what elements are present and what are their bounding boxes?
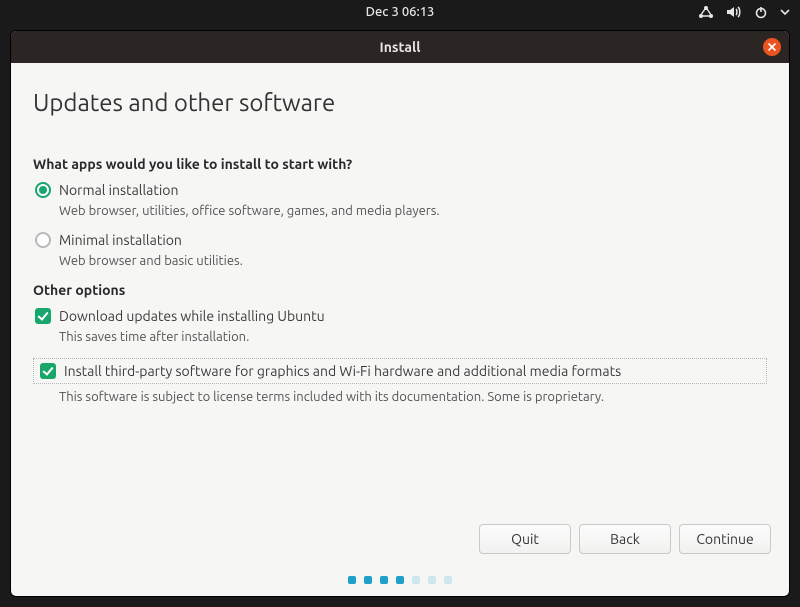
power-icon[interactable] bbox=[754, 5, 768, 19]
system-tray[interactable] bbox=[698, 0, 790, 24]
thirdparty-desc: This software is subject to license term… bbox=[59, 390, 767, 404]
checkbox-label: Download updates while installing Ubuntu bbox=[59, 308, 325, 324]
radio-normal-installation[interactable]: Normal installation bbox=[35, 182, 767, 198]
download-updates-desc: This saves time after installation. bbox=[59, 330, 767, 344]
normal-installation-desc: Web browser, utilities, office software,… bbox=[59, 204, 767, 218]
radio-icon bbox=[35, 182, 51, 198]
radio-icon bbox=[35, 232, 51, 248]
other-options-label: Other options bbox=[33, 282, 767, 298]
quit-button[interactable]: Quit bbox=[479, 524, 571, 554]
page-title: Updates and other software bbox=[33, 89, 767, 116]
progress-dot bbox=[428, 576, 436, 584]
clock[interactable]: Dec 3 06:13 bbox=[366, 5, 435, 19]
checkbox-thirdparty[interactable]: Install third-party software for graphic… bbox=[33, 358, 767, 384]
titlebar: Install bbox=[11, 31, 789, 63]
minimal-installation-desc: Web browser and basic utilities. bbox=[59, 254, 767, 268]
progress-dot bbox=[380, 576, 388, 584]
radio-label: Normal installation bbox=[59, 182, 178, 198]
checkbox-icon bbox=[35, 308, 51, 324]
window-title: Install bbox=[380, 39, 421, 55]
progress-dot bbox=[396, 576, 404, 584]
system-top-bar: Dec 3 06:13 bbox=[0, 0, 800, 24]
installer-window: Install Updates and other software What … bbox=[10, 30, 790, 597]
progress-dots bbox=[11, 576, 789, 584]
progress-dot bbox=[444, 576, 452, 584]
radio-label: Minimal installation bbox=[59, 232, 182, 248]
close-button[interactable] bbox=[763, 38, 781, 56]
wizard-buttons: Quit Back Continue bbox=[479, 524, 771, 554]
back-button[interactable]: Back bbox=[579, 524, 671, 554]
chevron-down-icon[interactable] bbox=[780, 5, 790, 19]
checkbox-label: Install third-party software for graphic… bbox=[64, 363, 621, 379]
progress-dot bbox=[412, 576, 420, 584]
content-area: Updates and other software What apps wou… bbox=[11, 63, 789, 404]
radio-minimal-installation[interactable]: Minimal installation bbox=[35, 232, 767, 248]
checkbox-download-updates[interactable]: Download updates while installing Ubuntu bbox=[35, 308, 767, 324]
install-type-question: What apps would you like to install to s… bbox=[33, 156, 767, 172]
network-icon[interactable] bbox=[698, 5, 714, 19]
checkbox-icon bbox=[40, 363, 56, 379]
continue-button[interactable]: Continue bbox=[679, 524, 771, 554]
progress-dot bbox=[364, 576, 372, 584]
volume-icon[interactable] bbox=[726, 5, 742, 19]
progress-dot bbox=[348, 576, 356, 584]
